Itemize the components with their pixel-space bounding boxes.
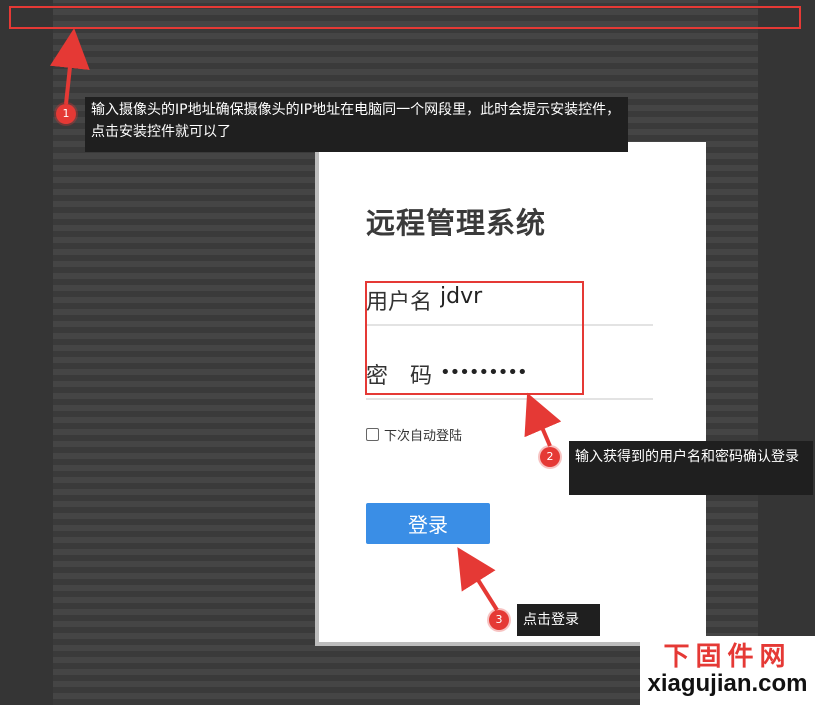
credentials-highlight [365, 281, 584, 395]
watermark-url: xiagujian.com [647, 670, 808, 697]
callout-2: 输入获得到的用户名和密码确认登录 [569, 441, 813, 495]
step-1-badge: 1 [56, 104, 76, 124]
step-2-badge: 2 [540, 447, 560, 467]
remember-label: 下次自动登陆 [384, 429, 463, 444]
callout-1: 输入摄像头的IP地址确保摄像头的IP地址在电脑同一个网段里，此时会提示安装控件，… [85, 97, 628, 152]
page-title: 远程管理系统 [366, 206, 547, 240]
watermark: 下固件网 xiagujian.com [640, 636, 815, 705]
remember-me[interactable]: 下次自动登陆 [366, 425, 462, 444]
address-bar-highlight[interactable] [9, 6, 801, 29]
watermark-chinese: 下固件网 [663, 642, 792, 672]
step-3-badge: 3 [489, 610, 509, 630]
remember-checkbox[interactable] [366, 428, 379, 441]
callout-3: 点击登录 [517, 604, 600, 636]
login-button[interactable]: 登录 [366, 503, 490, 544]
